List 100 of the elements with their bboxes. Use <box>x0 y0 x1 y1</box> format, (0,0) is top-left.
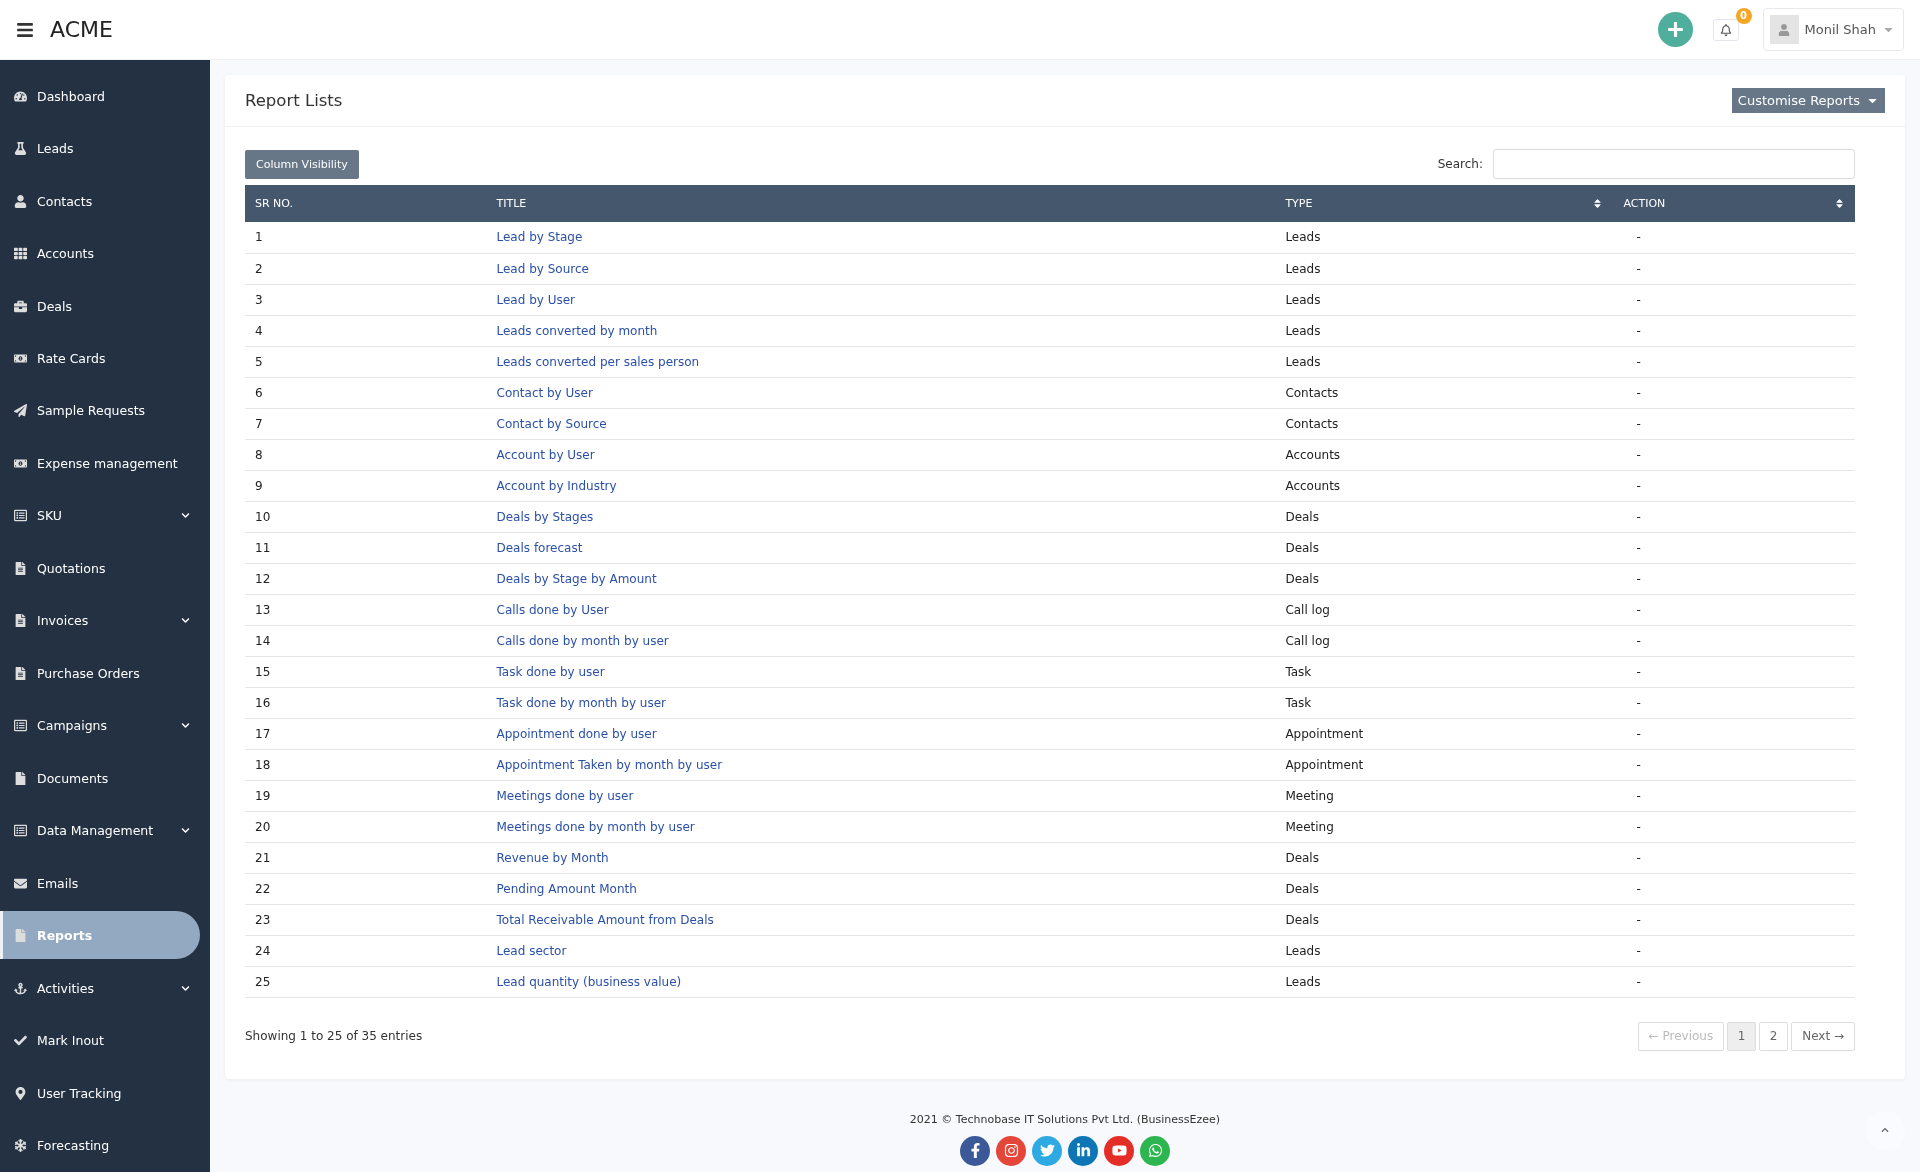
sidebar-item[interactable]: Sample Requests <box>0 384 210 438</box>
sidebar-label: Quotations <box>37 560 107 576</box>
report-link[interactable]: Meetings done by month by user <box>496 819 695 834</box>
report-link[interactable]: Deals by Stages <box>496 509 594 524</box>
chevron-icon <box>181 721 190 731</box>
report-link[interactable]: Appointment Taken by month by user <box>496 757 723 772</box>
sidebar-label: Documents <box>37 770 110 786</box>
report-link[interactable]: Lead by Stage <box>496 230 583 245</box>
chevron-icon <box>181 511 190 521</box>
customise-reports-button[interactable]: Customise Reports <box>1731 88 1885 113</box>
report-link[interactable]: Calls done by User <box>496 602 609 617</box>
report-link[interactable]: Lead by Source <box>496 261 589 276</box>
column-header[interactable]: SR NO. <box>245 185 487 222</box>
report-link[interactable]: Lead sector <box>496 943 567 958</box>
report-link[interactable]: Appointment done by user <box>496 726 657 741</box>
column-visibility-button[interactable]: Column Visibility <box>245 149 359 179</box>
column-header[interactable]: ACTION <box>1613 185 1855 222</box>
report-link[interactable]: Leads converted per sales person <box>496 354 700 369</box>
entries-info: Showing 1 to 25 of 35 entries <box>245 1029 423 1043</box>
sidebar-item[interactable]: Documents <box>0 751 210 805</box>
report-link[interactable]: Pending Amount Month <box>496 881 637 896</box>
table-cell: 6 <box>245 377 487 408</box>
table-cell: 21 <box>245 842 487 873</box>
report-link[interactable]: Task done by month by user <box>496 695 666 710</box>
table-cell: - <box>1613 501 1855 532</box>
sidebar-item[interactable]: Deals <box>0 279 210 333</box>
instagram-icon[interactable] <box>996 1135 1026 1166</box>
sidebar-item[interactable]: Purchase Orders <box>0 647 210 700</box>
sidebar-label: Data Management <box>37 823 155 839</box>
grid-icon <box>12 247 28 261</box>
report-link[interactable]: Calls done by month by user <box>496 633 669 648</box>
sidebar-item[interactable]: User Tracking <box>0 1067 210 1120</box>
whatsapp-icon[interactable] <box>1140 1135 1170 1166</box>
table-cell: 15 <box>245 656 487 687</box>
sidebar-label: Contacts <box>37 193 94 209</box>
report-link[interactable]: Contact by User <box>496 385 593 400</box>
sidebar-label: Mark Inout <box>37 1033 105 1049</box>
chevron-up-icon <box>1881 1125 1889 1134</box>
sidebar-item[interactable]: Campaigns <box>0 699 210 752</box>
report-link[interactable]: Task done by user <box>496 664 605 679</box>
table-cell: Deals <box>1275 873 1614 904</box>
sidebar-item[interactable]: Forecasting <box>0 1119 210 1172</box>
add-button[interactable] <box>1657 12 1693 47</box>
report-link[interactable]: Account by User <box>496 447 595 462</box>
report-link[interactable]: Leads converted by month <box>496 323 658 338</box>
column-header[interactable]: TITLE <box>486 185 1276 222</box>
sidebar-item[interactable]: Accounts <box>0 227 210 280</box>
user-menu[interactable]: Monil Shah <box>1762 8 1904 51</box>
sidebar-item[interactable]: SKU <box>0 489 210 543</box>
sidebar-item[interactable]: Leads <box>0 122 210 175</box>
report-link[interactable]: Deals by Stage by Amount <box>496 571 657 586</box>
table-cell: 17 <box>245 718 487 749</box>
plus-icon <box>1666 21 1684 38</box>
menu-icon[interactable] <box>16 20 34 39</box>
table-cell: Appointment <box>1275 718 1614 749</box>
sidebar-item[interactable]: Dashboard <box>0 70 210 123</box>
sidebar-item[interactable]: Activities <box>0 962 210 1015</box>
report-link[interactable]: Account by Industry <box>496 478 617 493</box>
table-cell: - <box>1613 253 1855 284</box>
sidebar-item[interactable]: Contacts <box>0 174 210 228</box>
sidebar-label: Leads <box>37 141 75 157</box>
column-label: TYPE <box>1285 197 1313 210</box>
report-link[interactable]: Contact by Source <box>496 416 607 431</box>
report-link[interactable]: Lead quantity (business value) <box>496 974 682 989</box>
table-cell: Leads <box>1275 253 1614 284</box>
table-cell: - <box>1613 625 1855 656</box>
sidebar-label: Sample Requests <box>37 403 147 419</box>
youtube-icon[interactable] <box>1104 1135 1134 1166</box>
search-field[interactable] <box>1493 149 1855 179</box>
twitter-icon[interactable] <box>1032 1135 1062 1166</box>
column-header[interactable]: TYPE <box>1275 185 1614 222</box>
page-button[interactable]: 1 <box>1727 1021 1757 1051</box>
card-title: Report Lists <box>245 91 343 110</box>
sidebar-item[interactable]: Data Management <box>0 804 210 857</box>
linkedin-icon[interactable] <box>1068 1135 1098 1166</box>
sort-icon <box>1592 198 1604 209</box>
sidebar-item[interactable]: Quotations <box>0 542 210 595</box>
table-cell: 3 <box>245 284 487 315</box>
briefcase-icon <box>12 299 28 313</box>
facebook-icon[interactable] <box>960 1135 990 1166</box>
report-link[interactable]: Revenue by Month <box>496 850 609 865</box>
report-link[interactable]: Lead by User <box>496 292 576 307</box>
table-cell: 23 <box>245 904 487 935</box>
pagination-nav-button[interactable]: Next → <box>1791 1021 1855 1051</box>
notification-button[interactable] <box>1712 18 1739 41</box>
report-link[interactable]: Deals forecast <box>496 540 583 555</box>
report-link[interactable]: Total Receivable Amount from Deals <box>496 912 714 927</box>
report-link[interactable]: Meetings done by user <box>496 788 634 803</box>
table-cell: Deals <box>1275 563 1614 594</box>
sidebar-item[interactable]: Mark Inout <box>0 1014 210 1068</box>
chevron-icon <box>181 826 190 836</box>
sidebar-item[interactable]: Expense management <box>0 437 210 490</box>
sidebar-item[interactable]: Rate Cards <box>0 332 210 385</box>
table-cell: Deals <box>1275 904 1614 935</box>
page-button[interactable]: 2 <box>1759 1021 1789 1051</box>
sidebar-item[interactable]: Invoices <box>0 594 210 647</box>
sidebar-item[interactable]: Emails <box>0 856 210 910</box>
table-cell: Deals <box>1275 501 1614 532</box>
chevron-icon <box>181 616 190 626</box>
table-cell: - <box>1613 749 1855 780</box>
